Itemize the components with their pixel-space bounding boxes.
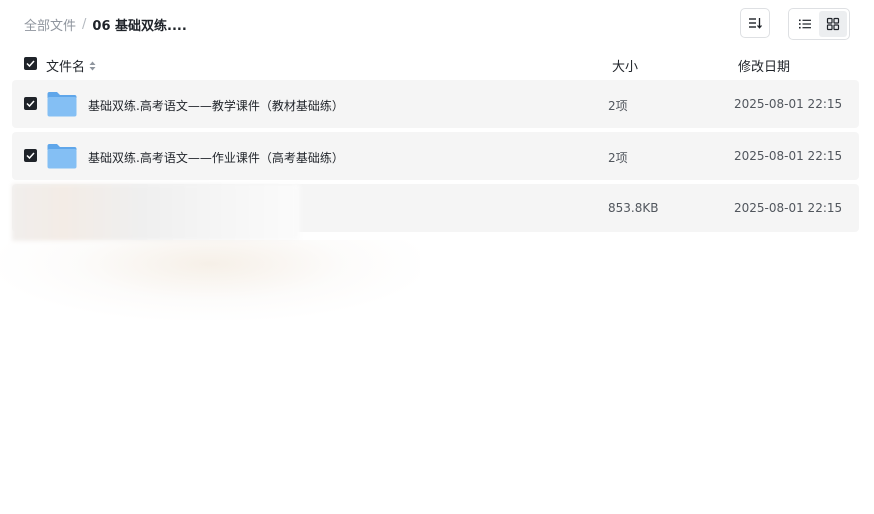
row-checkbox[interactable] bbox=[24, 149, 37, 162]
row-date: 2025-08-01 22:15 bbox=[734, 97, 843, 111]
breadcrumb: 全部文件 / 06 基础双练.... bbox=[24, 15, 187, 34]
row-date: 2025-08-01 22:15 bbox=[734, 149, 843, 163]
check-icon bbox=[26, 100, 35, 107]
breadcrumb-root-link[interactable]: 全部文件 bbox=[24, 15, 76, 34]
row-checkbox[interactable] bbox=[24, 97, 37, 110]
row-name[interactable]: 基础双练.高考语文——教学课件（教材基础练） bbox=[88, 97, 344, 114]
column-header-date[interactable]: 修改日期 bbox=[738, 56, 790, 75]
sort-lines-icon bbox=[749, 18, 762, 29]
select-all-checkbox[interactable] bbox=[24, 57, 37, 70]
breadcrumb-current: 06 基础双练.... bbox=[92, 19, 187, 34]
top-bar: 全部文件 / 06 基础双练.... bbox=[0, 0, 874, 48]
sort-button[interactable] bbox=[740, 8, 770, 38]
folder-icon bbox=[47, 92, 77, 117]
view-toggle bbox=[788, 8, 850, 40]
breadcrumb-separator: / bbox=[82, 17, 87, 32]
list-view-button[interactable] bbox=[791, 11, 819, 37]
table-row[interactable]: 基础双练.高考语文——作业课件（高考基础练） 2项 2025-08-01 22:… bbox=[12, 132, 859, 180]
row-size: 853.8KB bbox=[608, 201, 659, 215]
row-size: 2项 bbox=[608, 99, 628, 113]
sort-caret-icon bbox=[89, 61, 96, 70]
check-icon bbox=[26, 60, 35, 67]
table-row[interactable]: 853.8KB 2025-08-01 22:15 bbox=[12, 184, 859, 241]
grid-view-icon bbox=[826, 17, 840, 31]
column-header-name-label: 文件名 bbox=[46, 60, 86, 75]
check-icon bbox=[26, 152, 35, 159]
column-header-size[interactable]: 大小 bbox=[612, 56, 638, 75]
column-header-name[interactable]: 文件名 bbox=[46, 56, 96, 75]
grid-view-button[interactable] bbox=[819, 11, 847, 37]
table-header: 文件名 大小 修改日期 bbox=[0, 50, 874, 78]
table-row[interactable]: 基础双练.高考语文——教学课件（教材基础练） 2项 2025-08-01 22:… bbox=[12, 80, 859, 128]
row-name[interactable]: 基础双练.高考语文——作业课件（高考基础练） bbox=[88, 149, 344, 166]
folder-icon bbox=[47, 144, 77, 169]
row-date: 2025-08-01 22:15 bbox=[734, 201, 843, 215]
list-view-icon bbox=[799, 19, 811, 29]
blurred-overlay bbox=[0, 240, 420, 320]
blurred-file-preview bbox=[12, 184, 300, 241]
row-size: 2项 bbox=[608, 151, 628, 165]
